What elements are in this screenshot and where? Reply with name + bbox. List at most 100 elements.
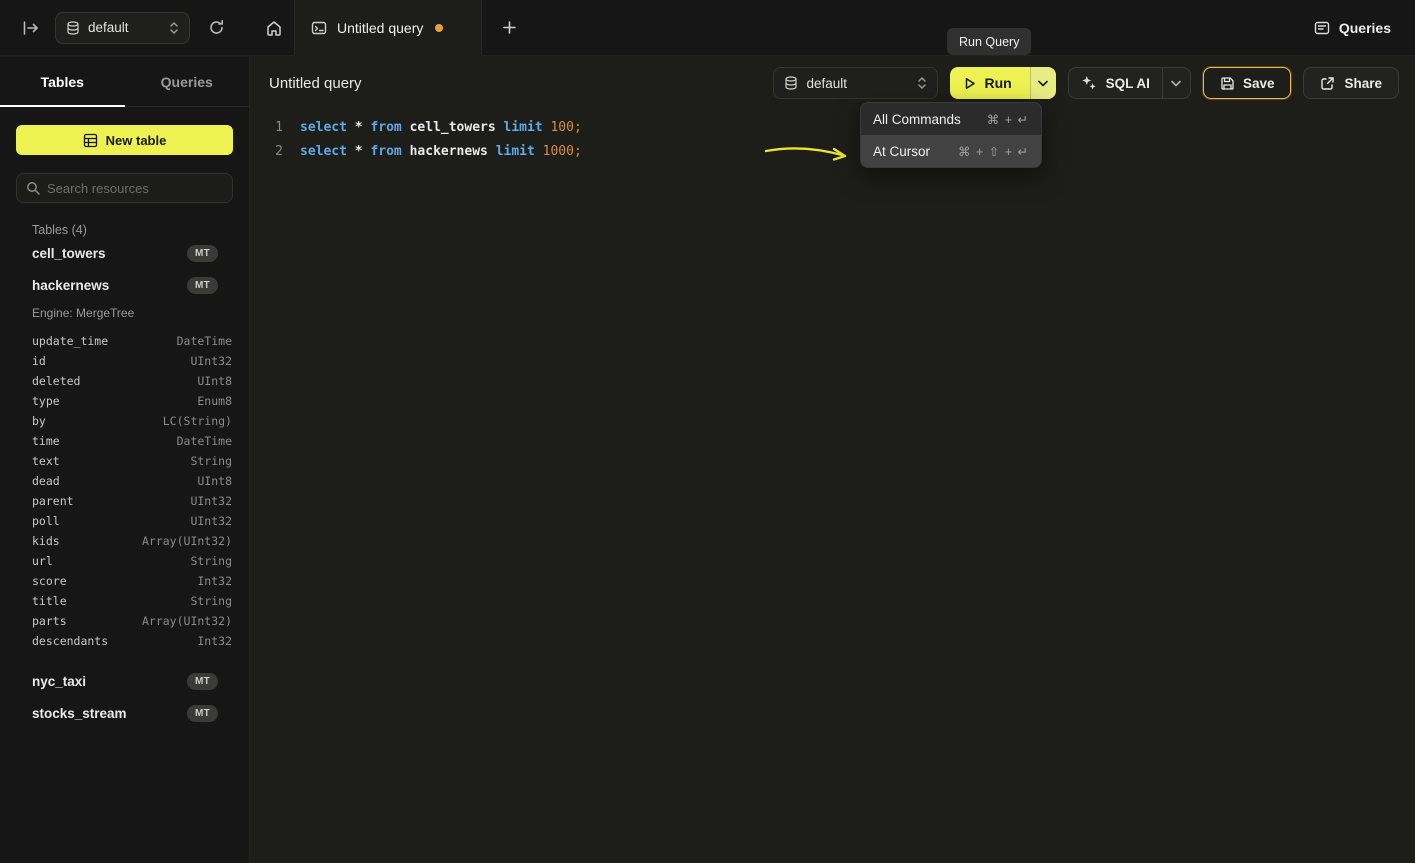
save-button[interactable]: Save <box>1203 67 1292 99</box>
save-button-label: Save <box>1243 76 1275 91</box>
menu-item-all-commands[interactable]: All Commands ⌘ + ↵ <box>861 103 1041 135</box>
column-row[interactable]: descendants Int32 <box>32 631 232 651</box>
database-icon <box>66 21 80 35</box>
run-split-button: Run <box>950 67 1055 99</box>
queries-button[interactable]: Queries <box>1314 20 1391 36</box>
column-row[interactable]: score Int32 <box>32 571 232 591</box>
shortcut-hint: ⌘ + ⇧ + ↵ <box>958 144 1029 159</box>
column-name: deleted <box>32 374 80 388</box>
sidebar-tabs: Tables Queries <box>0 57 249 107</box>
toolbar-database-value: default <box>806 76 847 91</box>
column-type: UInt32 <box>190 494 232 508</box>
column-type: UInt8 <box>197 474 232 488</box>
shortcut-hint: ⌘ + ↵ <box>987 112 1029 127</box>
column-name: text <box>32 454 60 468</box>
sql-ai-button[interactable]: SQL AI <box>1069 68 1162 98</box>
sidebar-tab-tables[interactable]: Tables <box>0 57 125 106</box>
engine-badge: MT <box>187 277 218 294</box>
engine-badge: MT <box>187 673 218 690</box>
column-type: DateTime <box>177 434 232 448</box>
column-row[interactable]: time DateTime <box>32 431 232 451</box>
engine-badge: MT <box>187 245 218 262</box>
tables-section-title: Tables (4) <box>32 223 232 237</box>
column-name: url <box>32 554 53 568</box>
sql-ai-split-button: SQL AI <box>1068 67 1191 99</box>
column-name: title <box>32 594 67 608</box>
column-name: by <box>32 414 46 428</box>
database-icon <box>784 76 798 90</box>
column-type: UInt32 <box>190 354 232 368</box>
column-type: UInt32 <box>190 514 232 528</box>
line-number: 2 <box>269 144 283 159</box>
column-row[interactable]: update_time DateTime <box>32 331 232 351</box>
run-options-menu: All Commands ⌘ + ↵ At Cursor ⌘ + ⇧ + ↵ <box>860 102 1042 168</box>
topbar-database-selector[interactable]: default <box>55 12 190 44</box>
column-row[interactable]: type Enum8 <box>32 391 232 411</box>
column-name: type <box>32 394 60 408</box>
code-line: 2 select * from hackernews limit 1000; <box>251 139 1415 163</box>
refresh-icon[interactable] <box>208 19 225 36</box>
table-row-nyc-taxi[interactable]: nyc_taxi MT <box>32 665 232 697</box>
column-name: dead <box>32 474 60 488</box>
search-resources-box <box>16 173 233 203</box>
engine-label: Engine: MergeTree <box>32 303 232 323</box>
chevron-updown-icon <box>169 21 179 35</box>
column-type: String <box>190 454 232 468</box>
table-row-hackernews[interactable]: hackernews MT <box>32 269 232 301</box>
column-row[interactable]: dead UInt8 <box>32 471 232 491</box>
column-name: kids <box>32 534 60 548</box>
run-button-label: Run <box>984 75 1011 91</box>
column-type: DateTime <box>177 334 232 348</box>
sql-ai-label: SQL AI <box>1106 76 1150 91</box>
column-type: String <box>190 554 232 568</box>
main-area: Untitled query default Run <box>251 57 1415 863</box>
share-button[interactable]: Share <box>1303 67 1399 99</box>
column-name: descendants <box>32 634 108 648</box>
column-row[interactable]: deleted UInt8 <box>32 371 232 391</box>
column-row[interactable]: kids Array(UInt32) <box>32 531 232 551</box>
run-button[interactable]: Run <box>950 67 1029 99</box>
run-options-button[interactable] <box>1030 67 1056 99</box>
column-row[interactable]: parts Array(UInt32) <box>32 611 232 631</box>
sql-editor[interactable]: 1 select * from cell_towers limit 100; 2… <box>251 109 1415 163</box>
column-name: update_time <box>32 334 108 348</box>
menu-item-at-cursor[interactable]: At Cursor ⌘ + ⇧ + ↵ <box>861 135 1041 167</box>
topbar: default Untitled query Queries <box>0 0 1415 56</box>
column-row[interactable]: parent UInt32 <box>32 491 232 511</box>
column-name: poll <box>32 514 60 528</box>
search-icon <box>26 181 40 195</box>
run-query-tooltip: Run Query <box>947 28 1031 55</box>
save-icon <box>1220 76 1235 91</box>
column-name: score <box>32 574 67 588</box>
unsaved-indicator-dot <box>435 24 443 32</box>
queries-icon <box>1314 20 1330 36</box>
column-row[interactable]: title String <box>32 591 232 611</box>
share-icon <box>1320 76 1335 91</box>
toolbar-database-selector[interactable]: default <box>773 67 938 99</box>
query-tab[interactable]: Untitled query <box>294 0 482 56</box>
column-type: Array(UInt32) <box>142 534 232 548</box>
query-tab-icon <box>311 20 327 36</box>
column-type: String <box>190 594 232 608</box>
query-title: Untitled query <box>269 75 362 92</box>
column-row[interactable]: text String <box>32 451 232 471</box>
column-name: id <box>32 354 46 368</box>
home-icon[interactable] <box>265 19 283 37</box>
column-row[interactable]: poll UInt32 <box>32 511 232 531</box>
topbar-database-value: default <box>88 20 129 35</box>
column-row[interactable]: by LC(String) <box>32 411 232 431</box>
new-table-button[interactable]: New table <box>16 125 233 155</box>
sidebar-toggle-icon[interactable] <box>22 20 39 36</box>
table-row-cell-towers[interactable]: cell_towers MT <box>32 237 232 269</box>
query-toolbar: default Run <box>773 67 1399 99</box>
code-text: select * from hackernews limit 1000; <box>300 144 582 159</box>
column-row[interactable]: url String <box>32 551 232 571</box>
play-icon <box>964 77 976 90</box>
sql-ai-options-button[interactable] <box>1162 68 1190 98</box>
sidebar-tab-queries[interactable]: Queries <box>125 57 250 106</box>
new-tab-plus-icon[interactable] <box>502 20 517 35</box>
search-resources-input[interactable] <box>47 181 223 196</box>
table-row-stocks-stream[interactable]: stocks_stream MT <box>32 697 232 729</box>
share-button-label: Share <box>1344 76 1382 91</box>
column-row[interactable]: id UInt32 <box>32 351 232 371</box>
